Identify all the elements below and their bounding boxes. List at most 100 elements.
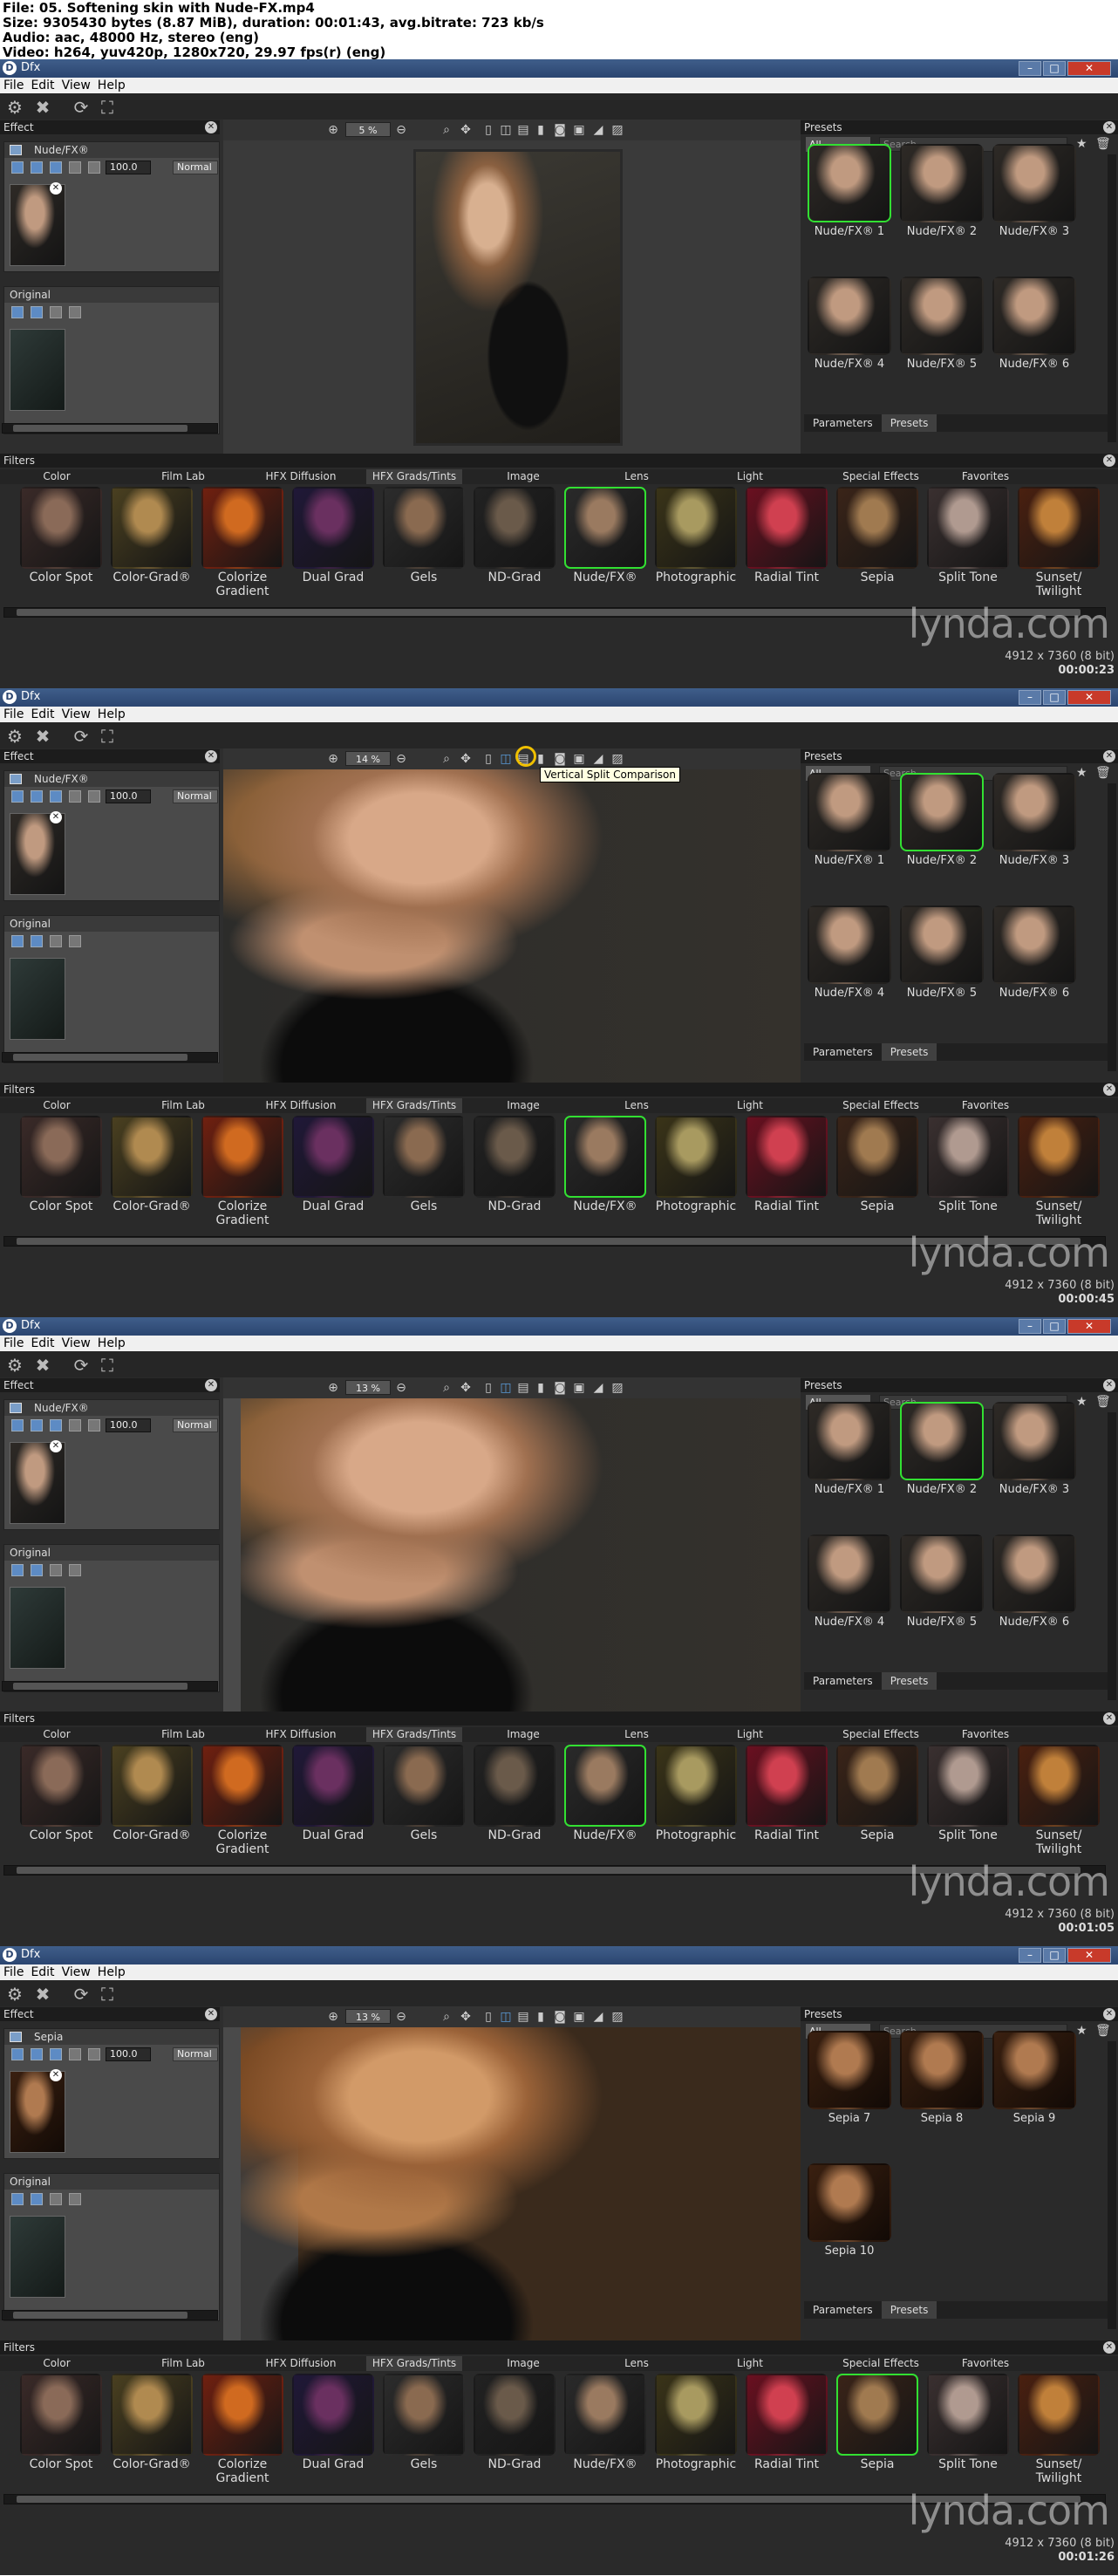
cancel-x-icon[interactable]: ✖ [33,727,52,746]
filter-item[interactable]: Split Tone [923,2374,1013,2471]
delete-trash-icon[interactable]: 🗑 [1095,1395,1111,1409]
preset-item[interactable]: Nude/FX® 5 [900,277,984,372]
layer-edit-icon[interactable] [11,2048,24,2060]
settings-gear-icon[interactable]: ⚙ [5,1356,24,1375]
preset-item[interactable]: Nude/FX® 4 [808,277,891,372]
preset-item[interactable]: Nude/FX® 1 [808,1402,891,1498]
filter-item[interactable]: Split Tone [923,1116,1013,1213]
filter-item[interactable]: Photographic [651,1745,741,1842]
filter-tab[interactable]: Favorites [942,1727,1029,1742]
close-effect-panel-icon[interactable]: ✕ [205,1379,217,1391]
zoom-out-icon[interactable]: ⊖ [394,1381,408,1395]
layer-display-icon[interactable] [31,2048,43,2060]
close-effect-panel-icon[interactable]: ✕ [205,2008,217,2020]
layers-scrollbar[interactable] [2,423,218,434]
layer-mask-icon[interactable] [69,2048,81,2060]
filter-item[interactable]: Nude/FX® [560,1745,651,1842]
close-presets-panel-icon[interactable]: ✕ [1103,121,1115,133]
fit-screen-icon[interactable]: ▣ [572,1381,586,1395]
refresh-icon[interactable]: ⟳ [72,98,91,117]
zoom-tool-icon[interactable]: ⌕ [440,123,453,137]
pan-tool-icon[interactable]: ✥ [459,123,473,137]
layer-link-icon[interactable] [88,2048,100,2060]
favorite-star-icon[interactable]: ★ [1076,2024,1087,2038]
menu-view[interactable]: View [58,78,94,93]
favorite-star-icon[interactable]: ★ [1076,1395,1087,1409]
presets-scrollbar[interactable] [1108,1412,1116,1700]
preset-item[interactable]: Nude/FX® 2 [900,144,984,240]
original-display-icon[interactable] [31,935,43,947]
preset-item[interactable]: Nude/FX® 6 [992,905,1076,1001]
layers-scrollbar[interactable] [2,1052,218,1063]
side-by-side-icon[interactable]: ▮ [534,1381,548,1395]
filter-item[interactable]: Gels [378,487,469,584]
preset-item[interactable]: Nude/FX® 2 [900,773,984,869]
filter-tab[interactable]: HFX Diffusion [253,469,349,484]
menu-view[interactable]: View [58,707,94,722]
tab-presets[interactable]: Presets [881,1672,937,1690]
layer-mask-icon[interactable] [69,1419,81,1431]
presets-scrollbar[interactable] [1108,154,1116,442]
single-view-icon[interactable]: ▯ [481,123,495,137]
zoom-in-icon[interactable]: ⊕ [326,752,340,766]
original-layer[interactable]: Original [3,2173,220,2321]
original-mask-icon[interactable] [69,2193,81,2205]
horizontal-split-icon[interactable]: ▤ [516,123,530,137]
vertical-split-icon[interactable]: ◫ [499,752,513,766]
delete-trash-icon[interactable]: 🗑 [1095,766,1111,780]
presets-scrollbar[interactable] [1108,783,1116,1071]
remove-layer-icon[interactable]: ✕ [50,182,62,195]
filter-item[interactable]: Color Spot [16,1116,106,1213]
menu-help[interactable]: Help [94,78,129,93]
vertical-split-icon[interactable]: ◫ [499,1381,513,1395]
split-divider-bar[interactable] [223,2027,241,2340]
filter-item[interactable]: Sunset/ Twilight [1013,487,1104,598]
menu-file[interactable]: File [0,707,27,722]
info-icon[interactable]: ▨ [610,2010,624,2024]
filter-tab[interactable]: Lens [602,469,671,484]
close-filters-panel-icon[interactable]: ✕ [1103,1083,1115,1096]
original-mask-icon[interactable] [69,306,81,318]
blend-mode-select[interactable]: Normal [173,2047,218,2061]
menu-help[interactable]: Help [94,1336,129,1351]
layer-mask-icon[interactable] [69,790,81,803]
original-mask-icon[interactable] [69,1564,81,1576]
single-view-icon[interactable]: ▯ [481,2010,495,2024]
single-view-icon[interactable]: ▯ [481,752,495,766]
preset-item[interactable]: Sepia 10 [808,2163,891,2259]
preset-item[interactable]: Sepia 7 [808,2031,891,2127]
filter-tab[interactable]: HFX Grads/Tints [366,1098,462,1113]
favorite-star-icon[interactable]: ★ [1076,137,1087,151]
menu-help[interactable]: Help [94,707,129,722]
filter-tab[interactable]: Special Effects [828,2356,933,2371]
fullscreen-icon[interactable]: ⛶ [98,98,117,117]
settings-gear-icon[interactable]: ⚙ [5,98,24,117]
photo-preview[interactable] [223,2027,801,2340]
filter-tab[interactable]: Special Effects [828,1098,933,1113]
original-display-icon[interactable] [31,2193,43,2205]
filter-item[interactable]: Color-Grad® [106,1745,197,1842]
filter-tab[interactable]: Lens [602,2356,671,2371]
filter-item[interactable]: Gels [378,1116,469,1213]
filter-item[interactable]: Color-Grad® [106,2374,197,2471]
layer-link-icon[interactable] [88,161,100,174]
minimize-icon[interactable]: – [1019,61,1041,76]
filter-tab[interactable]: HFX Diffusion [253,1727,349,1742]
layer-link-icon[interactable] [88,1419,100,1431]
menu-view[interactable]: View [58,1964,94,1980]
filter-item[interactable]: Sepia [832,1116,923,1213]
filter-item[interactable]: Sepia [832,487,923,584]
filter-tab[interactable]: HFX Grads/Tints [366,1727,462,1742]
menu-file[interactable]: File [0,78,27,93]
original-edit-icon[interactable] [11,935,24,947]
close-filters-panel-icon[interactable]: ✕ [1103,2341,1115,2354]
menu-edit[interactable]: Edit [27,78,58,93]
filter-item[interactable]: Nude/FX® [560,2374,651,2471]
filter-tab[interactable]: Color [26,1727,87,1742]
original-brush-icon[interactable] [50,1564,62,1576]
zoom-level[interactable]: 14 % [345,751,391,766]
filter-item[interactable]: Colorize Gradient [197,2374,288,2485]
effect-layer[interactable]: Nude/FX® 100.0 Normal ✕ [3,1399,220,1530]
filter-tab[interactable]: Image [488,469,558,484]
layer-brush-icon[interactable] [50,790,62,803]
